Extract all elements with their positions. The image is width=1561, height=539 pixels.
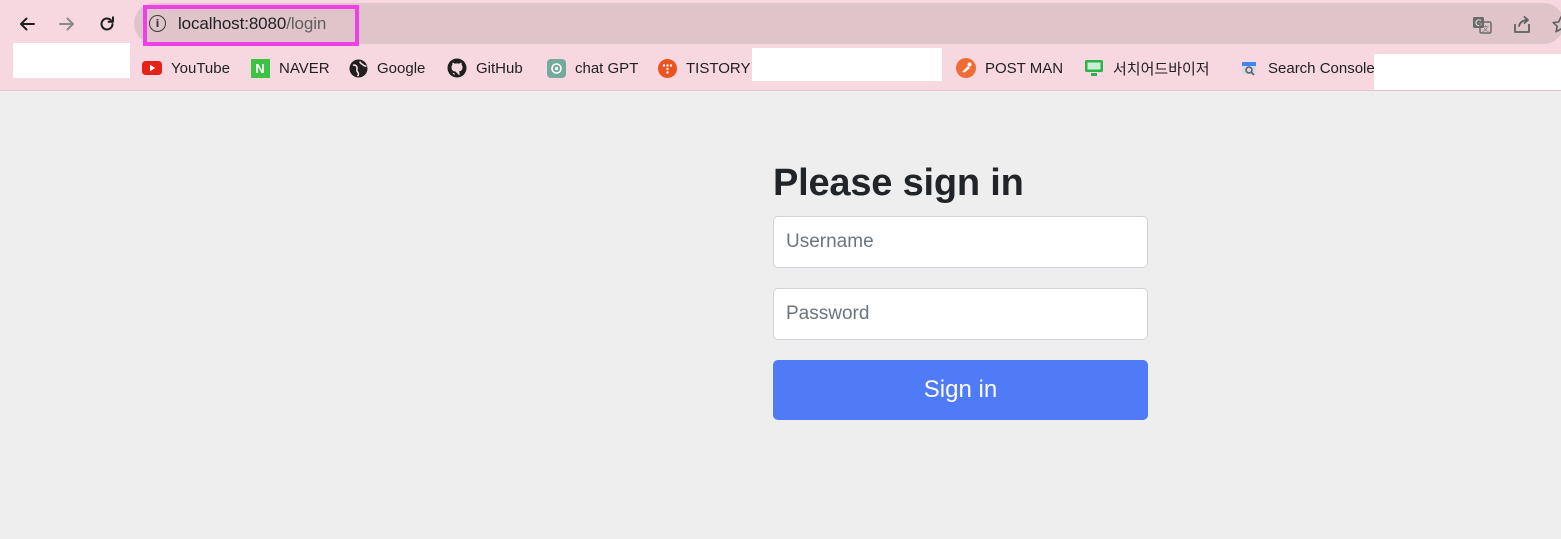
naver-icon: N — [250, 58, 270, 78]
bookmark-naver[interactable]: N NAVER — [250, 55, 330, 81]
username-field[interactable] — [773, 216, 1148, 268]
bookmark-search-console[interactable]: Search Console — [1239, 55, 1375, 81]
browser-toolbar: i localhost:8080/login G文 — [0, 0, 1561, 46]
sign-in-button[interactable]: Sign in — [773, 360, 1148, 420]
bookmark-label: NAVER — [279, 59, 330, 77]
bookmark-github[interactable]: GitHub — [447, 55, 523, 81]
bookmark-tistory[interactable]: TISTORY — [657, 55, 750, 81]
arrow-right-icon — [59, 17, 74, 31]
bookmark-label: GitHub — [476, 59, 523, 77]
redacted-area — [1374, 54, 1561, 90]
search-console-icon — [1239, 58, 1259, 78]
tistory-icon — [657, 58, 677, 78]
back-button[interactable] — [11, 8, 43, 40]
globe-icon — [348, 58, 368, 78]
bookmarks-bar: YouTube N NAVER Google GitHub chat GPT T… — [0, 43, 1561, 91]
arrow-left-icon — [20, 17, 35, 31]
youtube-icon — [142, 58, 162, 78]
forward-button[interactable] — [51, 8, 83, 40]
redacted-area — [752, 48, 942, 81]
bookmark-label: Search Console — [1268, 59, 1375, 77]
postman-icon — [956, 58, 976, 78]
bookmark-label: chat GPT — [575, 59, 639, 77]
svg-text:文: 文 — [1482, 24, 1489, 33]
url-highlight-box — [143, 5, 359, 46]
search-advisor-icon — [1084, 58, 1104, 78]
bookmark-label: Google — [377, 59, 426, 77]
redacted-area — [13, 43, 130, 78]
bookmark-youtube[interactable]: YouTube — [142, 55, 230, 81]
page-title: Please sign in — [773, 162, 1024, 204]
bookmark-label: YouTube — [171, 59, 230, 77]
svg-text:G: G — [1475, 19, 1482, 29]
bookmark-google[interactable]: Google — [348, 55, 425, 81]
translate-icon[interactable]: G文 — [1471, 14, 1493, 36]
star-icon[interactable] — [1550, 14, 1561, 36]
bookmark-postman[interactable]: POST MAN — [956, 55, 1063, 81]
bookmark-label: POST MAN — [985, 59, 1064, 77]
reload-button[interactable] — [91, 8, 123, 40]
bookmark-search-advisor[interactable]: 서치어드바이저 — [1084, 55, 1210, 81]
chatgpt-icon — [546, 58, 566, 78]
bookmark-chatgpt[interactable]: chat GPT — [546, 55, 638, 81]
share-icon[interactable] — [1511, 14, 1533, 36]
reload-icon — [100, 16, 114, 31]
bookmark-label: 서치어드바이저 — [1113, 60, 1210, 78]
password-field[interactable] — [773, 288, 1148, 340]
github-icon — [447, 58, 467, 78]
bookmark-label: TISTORY — [686, 59, 751, 77]
